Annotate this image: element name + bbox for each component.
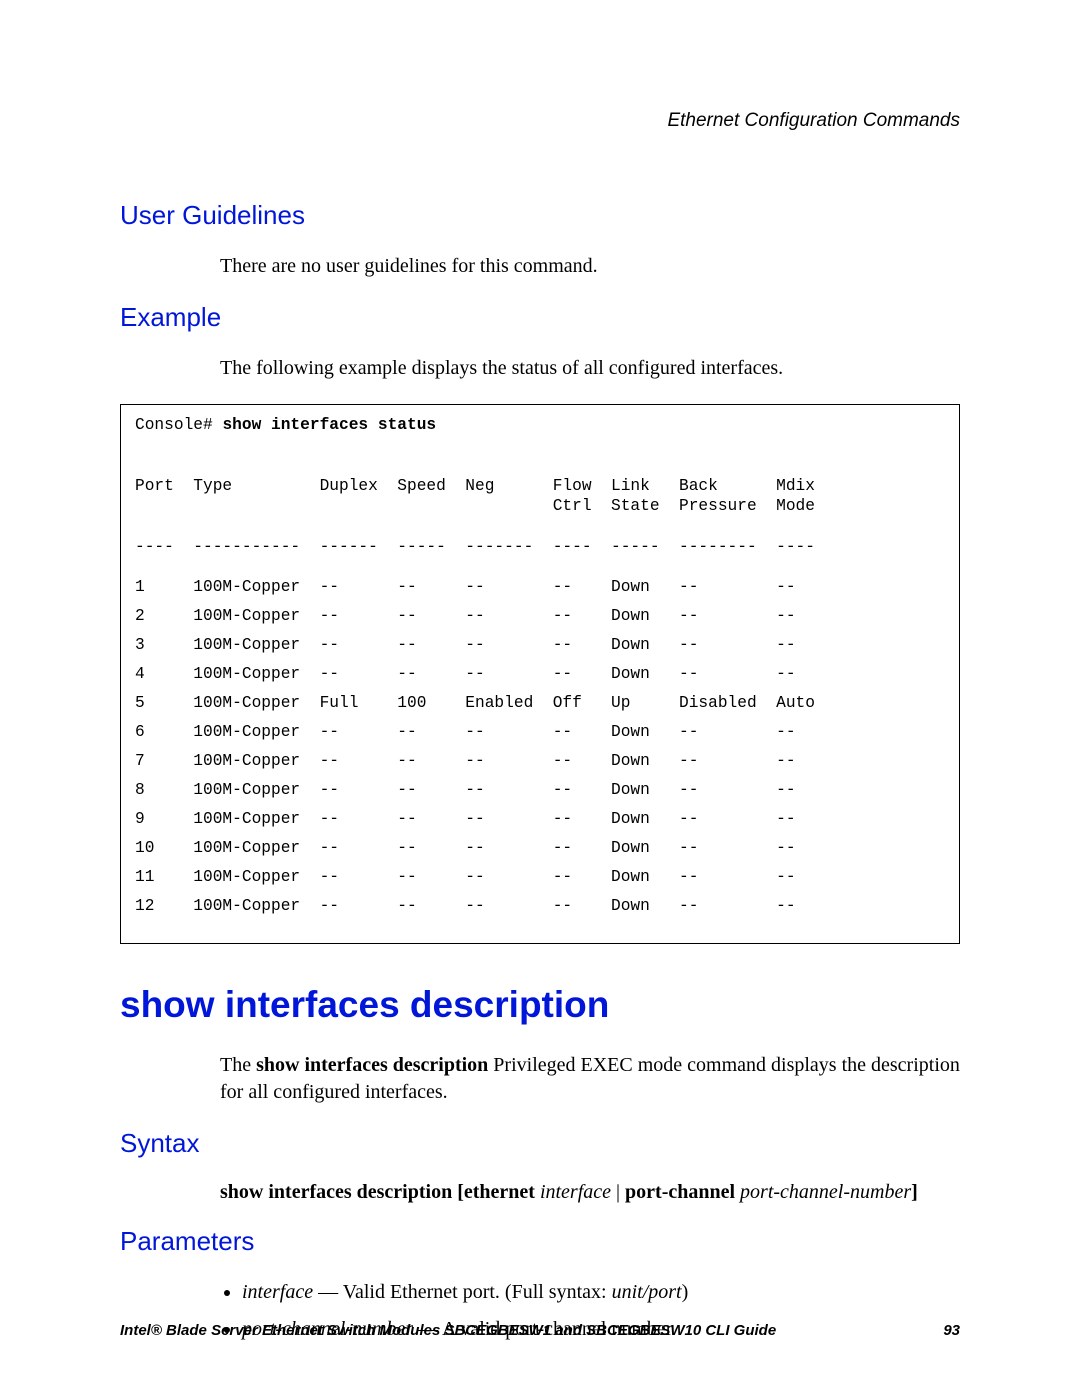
heading-user-guidelines: User Guidelines xyxy=(120,200,960,231)
desc-prefix: The xyxy=(220,1054,256,1076)
cli-output: Console# show interfaces status Port Typ… xyxy=(120,404,960,944)
page: Ethernet Configuration Commands User Gui… xyxy=(0,0,1080,1397)
footer-title: Intel® Blade Server Ethernet Switch Modu… xyxy=(120,1322,776,1339)
syntax-line: show interfaces description [ethernet in… xyxy=(220,1181,960,1204)
section-syntax: Syntax show interfaces description [ethe… xyxy=(120,1128,960,1204)
syntax-cmd: show interfaces description xyxy=(220,1181,452,1203)
footer-page-number: 93 xyxy=(943,1322,960,1339)
parameter-item: interface — Valid Ethernet port. (Full s… xyxy=(242,1279,960,1306)
syntax-pipe: | xyxy=(611,1181,625,1203)
heading-syntax: Syntax xyxy=(120,1128,960,1159)
running-header: Ethernet Configuration Commands xyxy=(667,110,960,132)
syntax-bracket-close: ] xyxy=(911,1181,918,1203)
desc-cmd: show interfaces description xyxy=(256,1054,488,1076)
heading-command: show interfaces description xyxy=(120,984,960,1026)
heading-example: Example xyxy=(120,302,960,333)
syntax-portchannel-num: port-channel-number xyxy=(740,1181,911,1203)
text-example: The following example displays the statu… xyxy=(220,355,960,382)
page-footer: Intel® Blade Server Ethernet Switch Modu… xyxy=(120,1322,960,1339)
syntax-portchannel: port-channel xyxy=(625,1181,735,1203)
syntax-bracket-open: [ethernet xyxy=(457,1181,535,1203)
section-user-guidelines: User Guidelines There are no user guidel… xyxy=(120,200,960,280)
syntax-interface: interface xyxy=(540,1181,611,1203)
section-example: Example The following example displays t… xyxy=(120,302,960,382)
heading-parameters: Parameters xyxy=(120,1226,960,1257)
text-command-desc: The show interfaces description Privileg… xyxy=(220,1052,960,1106)
text-user-guidelines: There are no user guidelines for this co… xyxy=(220,253,960,280)
